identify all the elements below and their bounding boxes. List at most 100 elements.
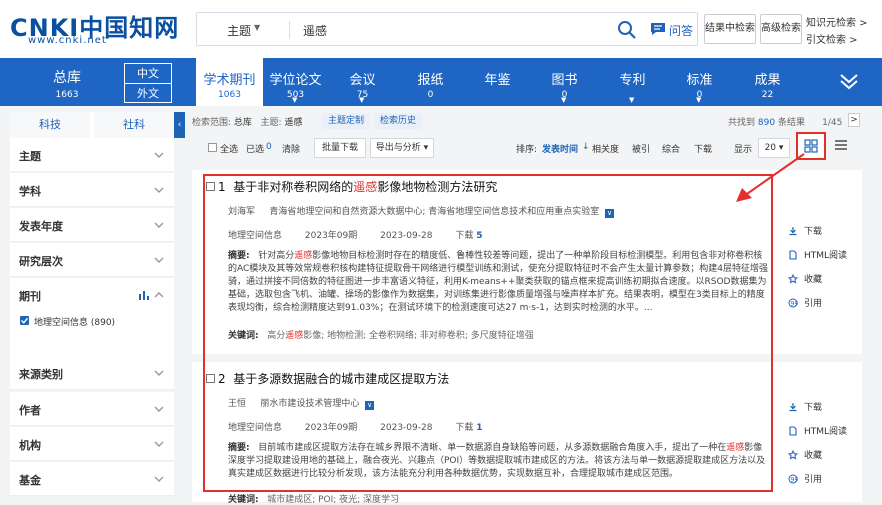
chat-icon[interactable] (649, 20, 667, 38)
keyword-link[interactable]: 高分 (267, 331, 285, 341)
action-label: 下载 (804, 227, 823, 237)
tab-science[interactable]: 科技 (10, 112, 90, 138)
search-bar: 主题 ▼ 遥感 问答 (196, 12, 698, 46)
facet-title[interactable]: 期刊 (19, 288, 41, 304)
citation-search-link[interactable]: 引文检索 > (806, 31, 858, 46)
facet-research-level[interactable]: 研究层次 (10, 243, 174, 277)
tab-count: 22 (761, 90, 774, 100)
result-checkbox[interactable] (206, 374, 215, 383)
list-view-button[interactable] (826, 132, 856, 160)
scope-value: 总库 (233, 118, 252, 128)
chevron-down-icon: ▼ (629, 96, 635, 104)
cite-action[interactable]: 99 引用 (788, 472, 822, 485)
facet-title: 机构 (19, 439, 41, 452)
cnki-logo[interactable]: CNKI中国知网 www.cnki.net (10, 8, 180, 48)
bar-chart-icon[interactable] (138, 290, 150, 300)
author-link[interactable]: 刘海军 (228, 207, 255, 217)
facet-author[interactable]: 作者 (10, 392, 174, 426)
clear-button[interactable]: 清除 (282, 142, 300, 155)
search-input[interactable]: 遥感 (303, 22, 327, 39)
facet-fund[interactable]: 基金 (10, 462, 174, 496)
tab-count: 0 (427, 90, 434, 100)
favorite-action[interactable]: 收藏 (787, 448, 822, 461)
keyword-link[interactable]: 影像; 地物检测; 全卷积网络; 非对称卷积; 多尺度特征增强 (303, 331, 534, 341)
collapse-sidebar-button[interactable]: ‹ (174, 112, 185, 138)
select-all-checkbox[interactable] (208, 143, 217, 152)
next-page-button[interactable]: > (848, 113, 860, 127)
tab-newspapers[interactable]: 报纸 0 (397, 58, 464, 106)
result-checkbox[interactable] (206, 182, 215, 191)
search-in-results-button[interactable]: 结果中检索 (704, 14, 756, 44)
facet-source-type[interactable]: 来源类别 (10, 356, 174, 390)
chevron-up-icon[interactable] (154, 290, 164, 300)
download-action[interactable]: 下载 (788, 400, 822, 413)
knowledge-search-link[interactable]: 知识元检索 > (806, 14, 868, 29)
affiliation-link[interactable]: 丽水市建设技术管理中心 (260, 399, 359, 409)
html-read-action[interactable]: HTML阅读 (788, 248, 847, 261)
expand-down-icon[interactable]: ∨ (365, 401, 375, 410)
qa-button[interactable]: 问答 (669, 22, 693, 39)
journal-facet-item[interactable]: 地理空间信息 (890) (34, 315, 115, 328)
sort-by-citations[interactable]: 被引 (632, 142, 650, 155)
select-all-label[interactable]: 全选 (220, 142, 238, 155)
export-label: 导出与分析 (375, 143, 421, 153)
chevron-down-icon (154, 152, 164, 158)
expand-down-icon[interactable]: ∨ (605, 209, 615, 218)
action-label: HTML阅读 (804, 251, 848, 261)
facet-institution[interactable]: 机构 (10, 427, 174, 461)
tab-standards[interactable]: 标准 0 ▼ (666, 58, 733, 106)
advanced-search-button[interactable]: 高级检索 (760, 14, 802, 44)
favorite-action[interactable]: 收藏 (787, 272, 822, 285)
tab-all-library[interactable]: 总库 1663 (10, 62, 124, 104)
author-link[interactable]: 王恒 (228, 399, 246, 409)
tab-social-science[interactable]: 社科 (94, 112, 174, 138)
tab-journals[interactable]: 学术期刊 1063 (196, 58, 263, 106)
journal-checkbox[interactable] (20, 316, 29, 325)
arrow-down-icon: ↓ (582, 142, 590, 152)
tab-patents[interactable]: 专利 ▼ (599, 58, 666, 106)
sort-by-relevance[interactable]: 相关度 (592, 142, 619, 155)
facet-discipline[interactable]: 学科 (10, 173, 174, 207)
document-icon (789, 426, 797, 436)
facet-title: 主题 (19, 150, 41, 163)
tab-books[interactable]: 图书 0 ▼ (531, 58, 598, 106)
scope-label: 检索范围: (192, 118, 232, 128)
keyword-highlight[interactable]: 遥感 (285, 331, 303, 341)
result-title[interactable]: 1 基于非对称卷积网络的遥感影像地物检测方法研究 (218, 178, 497, 195)
html-read-action[interactable]: HTML阅读 (788, 424, 847, 437)
tab-yearbooks[interactable]: 年鉴 (464, 58, 531, 106)
topic-custom-button[interactable]: 主题定制 (322, 113, 371, 129)
tab-theses[interactable]: 学位论文 503 ▼ (262, 58, 329, 106)
facet-journal: 期刊 地理空间信息 (890) (10, 278, 174, 360)
sort-by-date[interactable]: 发表时间 (542, 142, 578, 155)
issue-link[interactable]: 2023年09期 (305, 231, 357, 241)
publish-date: 2023-09-28 (380, 231, 433, 241)
tab-achievements[interactable]: 成果 22 (734, 58, 801, 106)
facet-topic[interactable]: 主题 (10, 138, 174, 172)
issue-link[interactable]: 2023年09期 (305, 423, 357, 433)
cite-action[interactable]: 99 引用 (788, 296, 822, 309)
lang-foreign-button[interactable]: 外文 (124, 83, 172, 103)
batch-download-button[interactable]: 批量下载 (314, 138, 366, 158)
source-link[interactable]: 地理空间信息 (228, 423, 282, 433)
search-field-select[interactable]: 主题 (227, 22, 251, 39)
tab-conferences[interactable]: 会议 75 ▼ (329, 58, 396, 106)
affiliation-link[interactable]: 青海省地理空间和自然资源大数据中心; 青海省地理空间信息技术和应用重点实验室 (269, 207, 599, 217)
result-title[interactable]: 2 基于多源数据融合的城市建成区提取方法 (218, 370, 449, 387)
search-scope: 检索范围: 总库 主题: 遥感 (192, 115, 302, 128)
download-action[interactable]: 下载 (788, 224, 822, 237)
facet-year[interactable]: 发表年度 (10, 208, 174, 242)
search-icon[interactable] (617, 20, 637, 40)
search-history-button[interactable]: 检索历史 (374, 113, 423, 129)
tab-label: 成果 (754, 73, 781, 88)
sort-by-downloads[interactable]: 下载 (694, 142, 712, 155)
sort-by-composite[interactable]: 综合 (662, 142, 680, 155)
keyword-link[interactable]: 城市建成区; POI; 夜光; 深度学习 (267, 495, 399, 505)
tab-count: 1063 (218, 90, 241, 100)
lang-chinese-button[interactable]: 中文 (124, 63, 172, 83)
title-text: 基于多源数据融合的城市建成区提取方法 (233, 372, 450, 386)
export-analysis-button[interactable]: 导出与分析 ▾ (370, 138, 434, 158)
chevron-down-icon: ▼ (696, 96, 702, 104)
expand-chevron-icon[interactable] (838, 70, 860, 92)
source-link[interactable]: 地理空间信息 (228, 231, 282, 241)
